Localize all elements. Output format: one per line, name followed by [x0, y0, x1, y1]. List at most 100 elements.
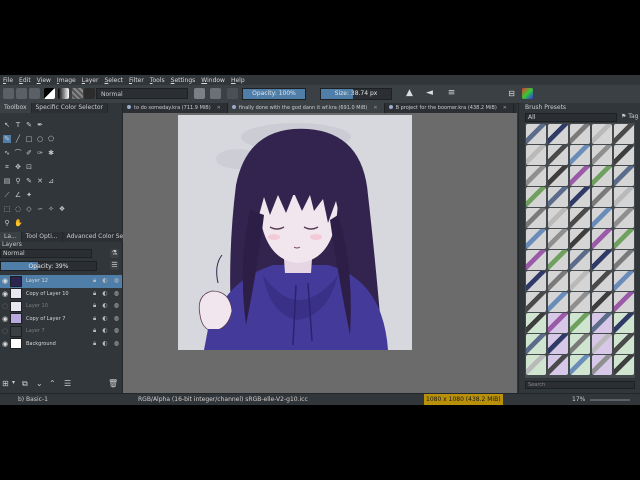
visibility-eye-icon[interactable]: ○: [0, 327, 10, 335]
brush-preset-tile[interactable]: [548, 292, 568, 312]
mirror-horizontal-icon[interactable]: ▲: [404, 88, 415, 99]
document-tab[interactable]: finally done with the god dann it wf.kra…: [227, 103, 385, 113]
brush-preset-tile[interactable]: [526, 145, 546, 165]
brush-preset-tile[interactable]: [570, 271, 590, 291]
select-shapes-icon[interactable]: ↖: [3, 121, 11, 129]
brush-preset-tile[interactable]: [570, 208, 590, 228]
brush-preset-icon[interactable]: [84, 88, 95, 99]
menu-file[interactable]: File: [0, 77, 16, 84]
lock-icon[interactable]: 🔒︎: [93, 290, 96, 298]
brush-preset-tile[interactable]: [614, 271, 634, 291]
alpha-lock-icon[interactable]: ◐: [102, 340, 107, 348]
brush-preset-tile[interactable]: [526, 271, 546, 291]
brush-preset-tile[interactable]: [548, 250, 568, 270]
tab-specific-color-selector[interactable]: Specific Color Selector: [31, 103, 108, 113]
visibility-eye-icon[interactable]: ◉: [0, 340, 10, 348]
brush-preset-tile[interactable]: [570, 313, 590, 333]
brush-preset-tile[interactable]: [548, 334, 568, 354]
brush-preset-tile[interactable]: [614, 145, 634, 165]
brush-preset-tile[interactable]: [548, 187, 568, 207]
inherit-alpha-icon[interactable]: ◍: [114, 277, 119, 285]
move-layer-down-icon[interactable]: ⌄: [36, 379, 43, 388]
layer-row[interactable]: ◉ Background 🔒︎ ◐ ◍: [0, 338, 122, 351]
save-document-icon[interactable]: [29, 88, 40, 99]
menu-settings[interactable]: Settings: [168, 77, 199, 84]
menu-window[interactable]: Window: [198, 77, 228, 84]
new-document-icon[interactable]: [3, 88, 14, 99]
inherit-alpha-icon[interactable]: ◍: [114, 340, 119, 348]
visibility-eye-icon[interactable]: ◉: [0, 277, 10, 285]
blend-mode-select[interactable]: Normal: [96, 88, 188, 99]
brush-preset-tile[interactable]: [592, 166, 612, 186]
layer-row[interactable]: ◉ Copy of Layer 10 🔒︎ ◐ ◍: [0, 288, 122, 301]
freehand-path-icon[interactable]: ✐: [25, 149, 33, 157]
transform-tool-icon[interactable]: ⊡: [25, 163, 33, 171]
brush-preset-tile[interactable]: [526, 334, 546, 354]
document-tab[interactable]: B project for the boomer.kra (438.2 MiB)…: [385, 103, 514, 113]
mirror-vertical-icon[interactable]: ◄: [424, 88, 435, 99]
pan-tool-icon[interactable]: ✋: [14, 219, 23, 227]
inherit-alpha-icon[interactable]: ◍: [114, 315, 119, 323]
brush-preset-tile[interactable]: [526, 124, 546, 144]
lock-icon[interactable]: 🔒︎: [93, 340, 96, 348]
alpha-lock-icon[interactable]: ◐: [102, 315, 107, 323]
opacity-slider[interactable]: Opacity: 100%: [242, 88, 306, 100]
edit-shapes-icon[interactable]: ✎: [25, 121, 33, 129]
polygon-tool-icon[interactable]: ⬠: [47, 135, 55, 143]
menu-layer[interactable]: Layer: [79, 77, 102, 84]
brush-preset-tile[interactable]: [526, 229, 546, 249]
inherit-alpha-icon[interactable]: ◍: [114, 327, 119, 335]
brush-preset-tile[interactable]: [614, 292, 634, 312]
move-tool-icon[interactable]: ✥: [14, 163, 22, 171]
brush-presets-filter-select[interactable]: All: [525, 113, 617, 122]
alpha-lock-icon[interactable]: ◐: [102, 290, 107, 298]
brush-preset-tile[interactable]: [592, 334, 612, 354]
brush-preset-tile[interactable]: [526, 208, 546, 228]
eraser-mode-icon[interactable]: [194, 88, 205, 99]
brush-preset-tile[interactable]: [570, 145, 590, 165]
layer-row[interactable]: ◉ Layer 12 🔒︎ ◐ ◍: [0, 275, 122, 288]
freehand-selection-icon[interactable]: ∽: [36, 205, 44, 213]
rectangular-selection-icon[interactable]: ⬚: [3, 205, 11, 213]
brush-preset-tile[interactable]: [592, 124, 612, 144]
dynamic-brush-icon[interactable]: ✑: [36, 149, 44, 157]
reload-preset-icon[interactable]: [227, 88, 238, 99]
brush-preset-tile[interactable]: [592, 145, 612, 165]
brush-preset-tile[interactable]: [570, 355, 590, 375]
menu-view[interactable]: View: [34, 77, 54, 84]
contiguous-selection-icon[interactable]: ✧: [47, 205, 55, 213]
brush-preset-tile[interactable]: [614, 124, 634, 144]
brush-preset-tile[interactable]: [570, 124, 590, 144]
polygonal-selection-icon[interactable]: ◇: [25, 205, 33, 213]
add-layer-menu-icon[interactable]: ▾: [12, 379, 15, 386]
calligraphy-icon[interactable]: ✒: [36, 121, 44, 129]
visibility-eye-icon[interactable]: ◉: [0, 290, 10, 298]
preserve-alpha-icon[interactable]: [210, 88, 221, 99]
document-tab[interactable]: to do someday.kra (711.9 MiB) ✕: [123, 103, 228, 113]
ellipse-tool-icon[interactable]: ○: [36, 135, 44, 143]
pattern-icon[interactable]: [72, 88, 83, 99]
multibrush-icon[interactable]: ✱: [47, 149, 55, 157]
polyline-tool-icon[interactable]: ∿: [3, 149, 11, 157]
elliptical-selection-icon[interactable]: ◌: [14, 205, 22, 213]
brush-preset-tile[interactable]: [614, 313, 634, 333]
text-tool-icon[interactable]: T: [14, 121, 22, 129]
rotation-slider[interactable]: [590, 399, 630, 401]
alpha-lock-icon[interactable]: ◐: [102, 327, 107, 335]
zoom-level-label[interactable]: 17%: [572, 394, 585, 405]
inherit-alpha-icon[interactable]: ◍: [114, 290, 119, 298]
close-icon[interactable]: ✕: [217, 105, 221, 111]
brush-preset-tile[interactable]: [592, 187, 612, 207]
brush-preset-tile[interactable]: [592, 208, 612, 228]
brush-preset-tile[interactable]: [570, 334, 590, 354]
layer-properties-icon[interactable]: ☰: [110, 261, 119, 270]
brush-preset-tile[interactable]: [548, 124, 568, 144]
brush-preset-tile[interactable]: [526, 187, 546, 207]
smart-patch-icon[interactable]: ✕: [36, 177, 44, 185]
menu-select[interactable]: Select: [101, 77, 126, 84]
brush-preset-tile[interactable]: [614, 250, 634, 270]
brush-preset-tile[interactable]: [614, 229, 634, 249]
layer-properties-button-icon[interactable]: ☰: [64, 379, 71, 388]
menu-help[interactable]: Help: [228, 77, 248, 84]
freehand-brush-icon[interactable]: ✎: [3, 135, 11, 143]
